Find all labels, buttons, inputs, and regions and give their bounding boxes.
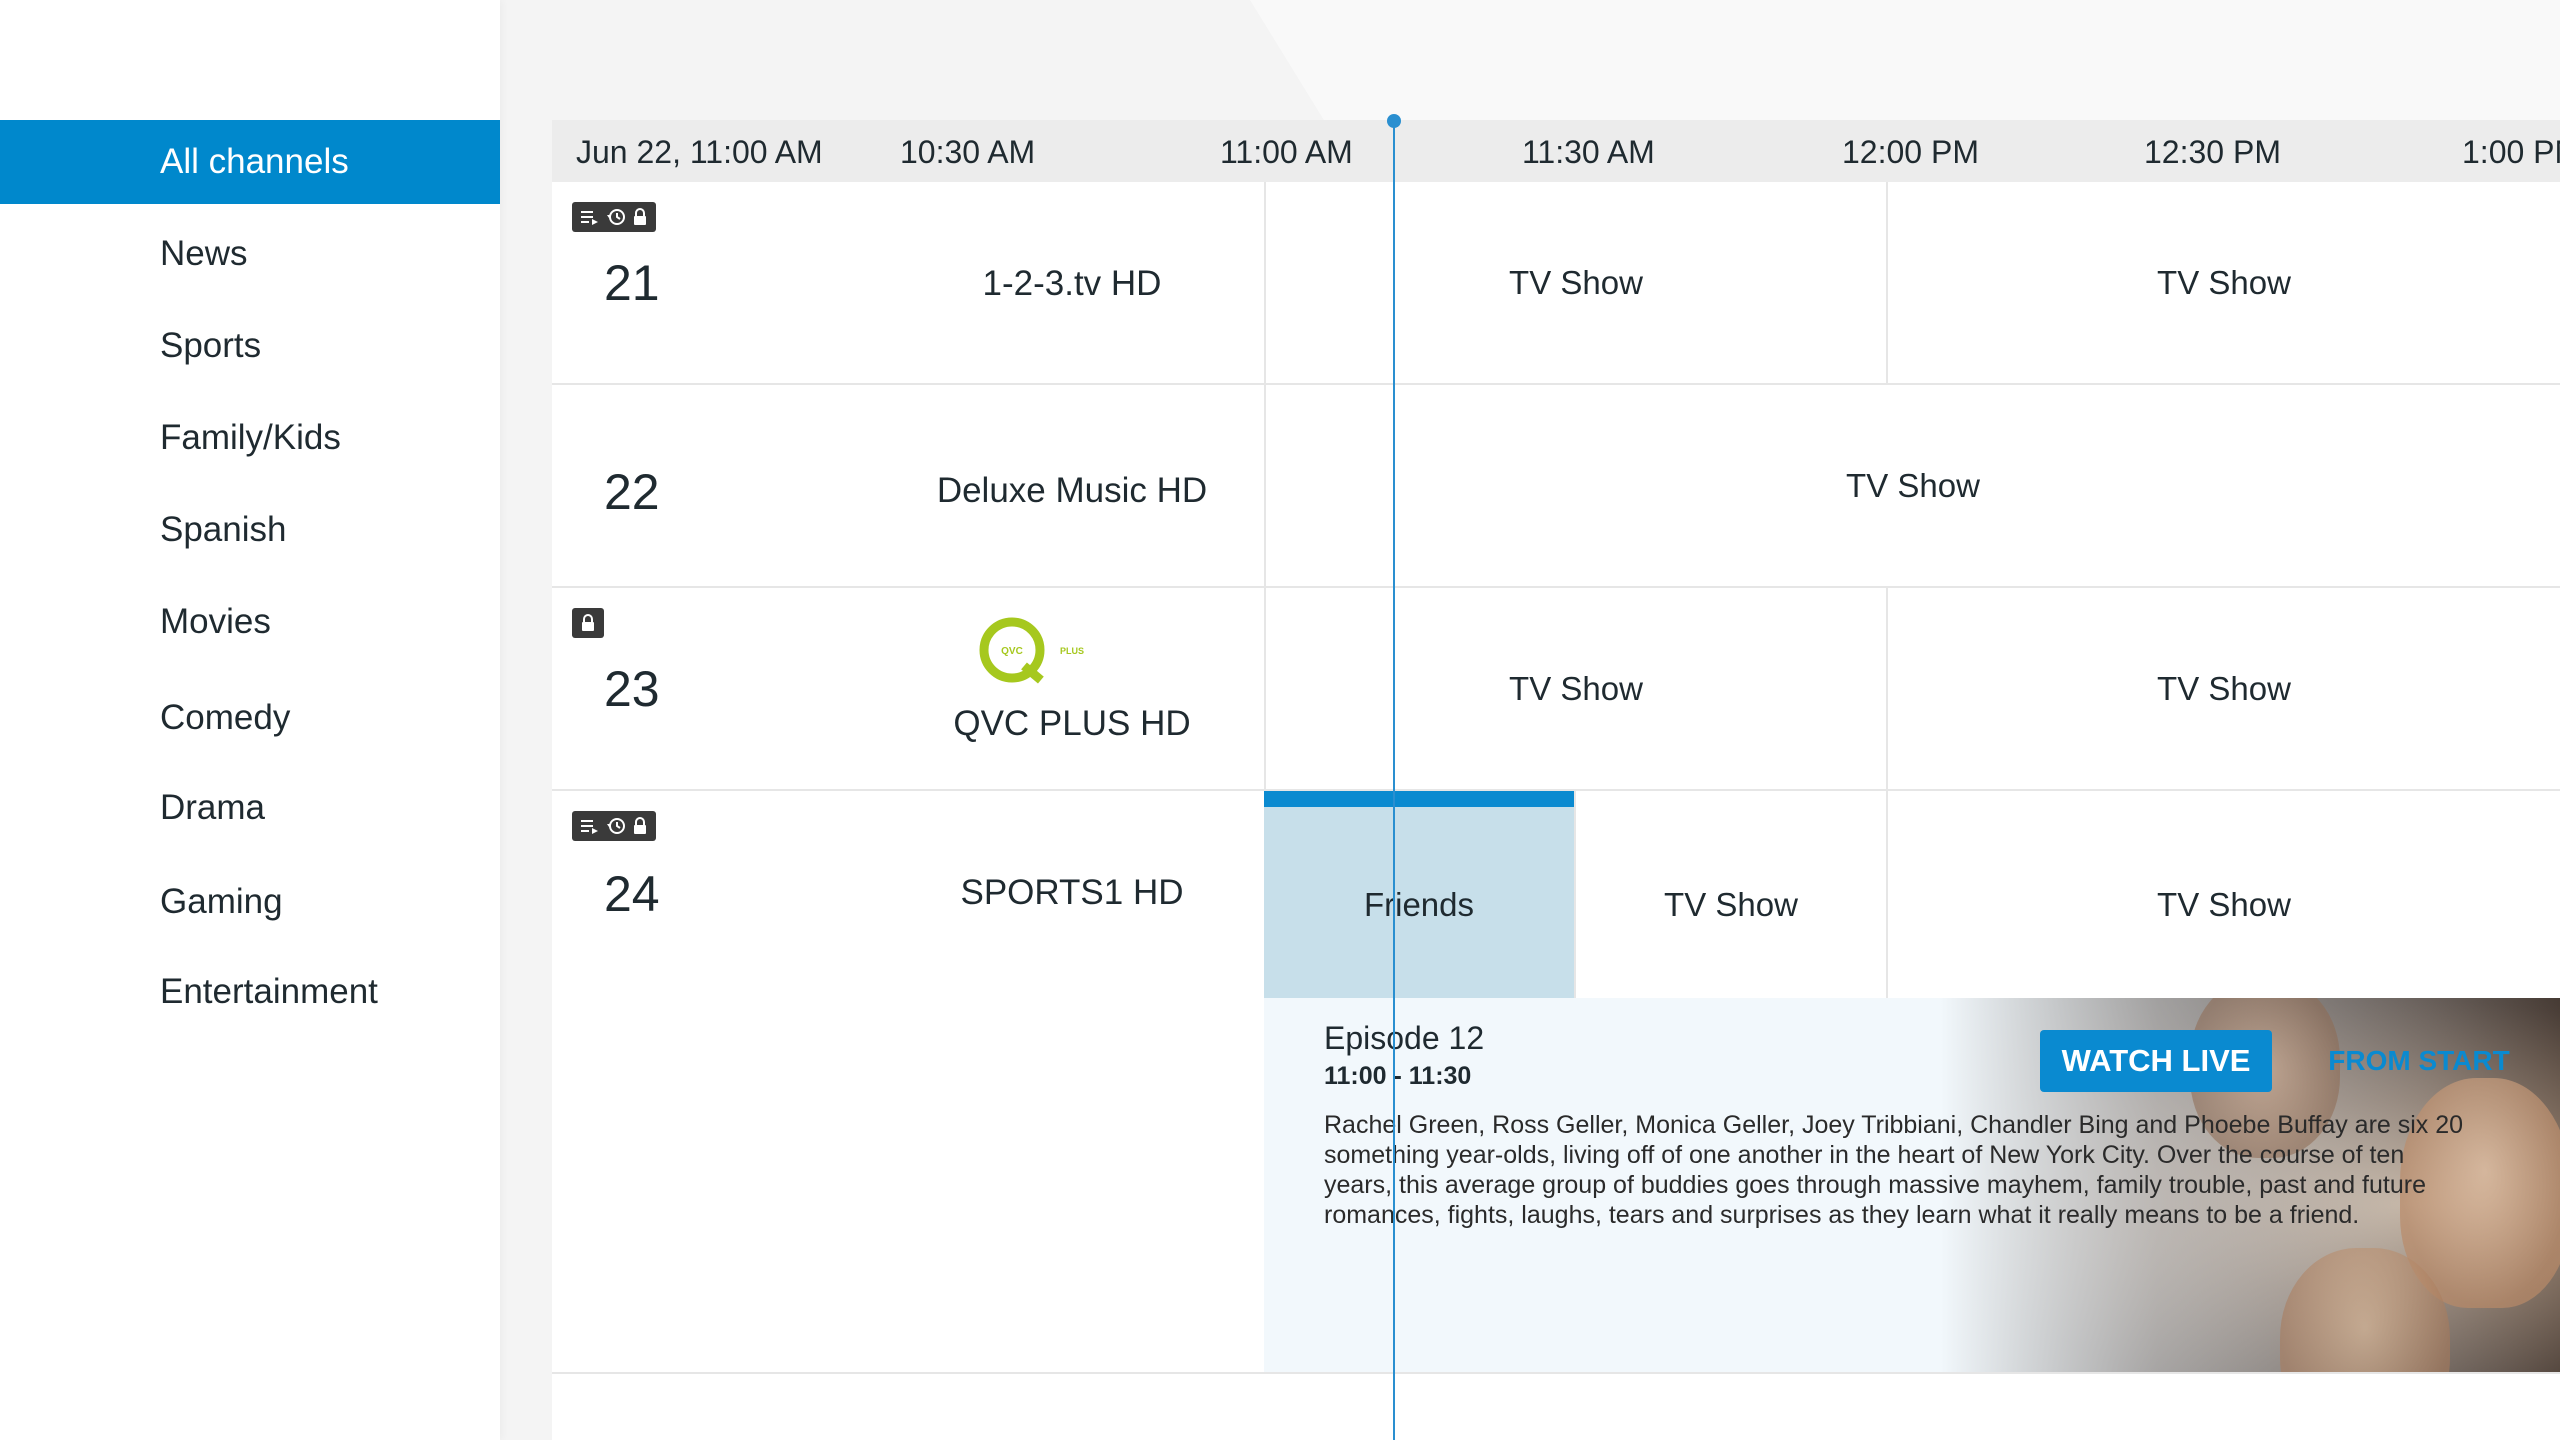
sidebar-item-drama[interactable]: Drama [0, 766, 500, 850]
episode-description: Rachel Green, Ross Geller, Monica Geller… [1324, 1111, 2464, 1229]
sidebar-item-comedy[interactable]: Comedy [0, 676, 500, 760]
program-cell[interactable]: TV Show [1264, 588, 1886, 789]
program-cell[interactable]: TV Show [1264, 182, 1886, 383]
channel-row: 22 Deluxe Music HD TV Show [552, 385, 2560, 588]
lock-icon [632, 208, 648, 226]
program-detail-panel: Episode 12 11:00 - 11:30 Rachel Green, R… [1264, 998, 2560, 1372]
sidebar-item-family-kids[interactable]: Family/Kids [0, 396, 500, 480]
channel-name: 1-2-3.tv HD [982, 264, 1162, 303]
lock-icon [580, 614, 596, 632]
channel-number: 21 [604, 255, 660, 311]
channel-number: 22 [604, 464, 660, 520]
program-cell[interactable]: TV Show [1574, 791, 1886, 998]
sidebar-item-entertainment[interactable]: Entertainment [0, 950, 500, 1034]
program-cell[interactable]: TV Show [1886, 182, 2560, 383]
current-time-marker [1387, 114, 1401, 128]
channel-name: QVC PLUS HD [953, 704, 1191, 743]
channel-number: 24 [604, 866, 660, 922]
channel-logo: QVC PLUS [972, 616, 1112, 696]
time-slot: 12:00 PM [1842, 134, 1979, 170]
sidebar-item-movies[interactable]: Movies [0, 580, 500, 664]
channel-name: SPORTS1 HD [960, 873, 1184, 912]
program-title: Friends [1363, 885, 1475, 923]
program-title: TV Show [1664, 885, 1798, 923]
sidebar-item-spanish[interactable]: Spanish [0, 488, 500, 572]
time-slot: 11:00 AM [1220, 134, 1353, 170]
channel-row: QVC PLUS 23 QVC PLUS HD TV Show TV Show [552, 588, 2560, 791]
channel-cell[interactable]: QVC PLUS 23 QVC PLUS HD [552, 588, 1264, 789]
progress-bar [1264, 791, 1574, 807]
channel-cell[interactable]: 24 SPORTS1 HD [552, 791, 1264, 998]
list-icon [580, 208, 600, 226]
program-cell[interactable]: TV Show [1886, 588, 2560, 789]
sidebar-item-sports[interactable]: Sports [0, 304, 500, 388]
program-cell[interactable]: TV Show [1886, 791, 2560, 998]
channel-feature-badges [572, 811, 656, 841]
time-slot: 12:30 PM [2144, 134, 2281, 170]
program-cell[interactable]: TV Show [1264, 385, 2560, 586]
epg-guide: Jun 22, 11:00 AM 10:30 AM 11:00 AM 11:30… [552, 120, 2560, 1440]
program-title: TV Show [2157, 885, 2291, 923]
sidebar-item-news[interactable]: News [0, 212, 500, 296]
from-start-button[interactable]: FROM START [2304, 1030, 2534, 1092]
episode-time: 11:00 - 11:30 [1324, 1062, 1472, 1090]
watch-live-button[interactable]: WATCH LIVE [2040, 1030, 2272, 1092]
timeline-header: Jun 22, 11:00 AM 10:30 AM 11:00 AM 11:30… [552, 120, 2560, 182]
lock-icon [632, 817, 648, 835]
time-slot: 11:30 AM [1522, 134, 1655, 170]
row-divider [552, 1372, 2560, 1374]
program-cell-selected[interactable]: Friends [1264, 791, 1574, 998]
logo-text-sub: PLUS [1060, 646, 1084, 656]
logo-text-main: QVC [1001, 646, 1023, 657]
current-time-indicator [1393, 120, 1395, 1440]
channel-name: Deluxe Music HD [936, 471, 1208, 510]
history-icon [606, 817, 626, 835]
episode-title: Episode 12 [1324, 1020, 1485, 1056]
time-slot: 1:00 PM [2462, 134, 2560, 170]
sidebar-item-gaming[interactable]: Gaming [0, 860, 500, 944]
time-slot: 10:30 AM [900, 134, 1036, 170]
channel-cell[interactable]: 21 1-2-3.tv HD [552, 182, 1264, 383]
channel-feature-badges [572, 608, 604, 638]
sidebar-item-all-channels[interactable]: All channels [0, 120, 500, 204]
channel-row: 24 SPORTS1 HD Friends TV Show TV Show [552, 791, 2560, 998]
current-date-time: Jun 22, 11:00 AM [576, 134, 823, 170]
channel-row: 21 1-2-3.tv HD TV Show TV Show [552, 182, 2560, 385]
list-icon [580, 817, 600, 835]
header-background [1250, 0, 2560, 130]
channel-cell[interactable]: 22 Deluxe Music HD [552, 385, 1264, 586]
history-icon [606, 208, 626, 226]
category-sidebar: All channels News Sports Family/Kids Spa… [0, 0, 500, 1440]
channel-number: 23 [604, 661, 660, 717]
channel-feature-badges [572, 202, 656, 232]
